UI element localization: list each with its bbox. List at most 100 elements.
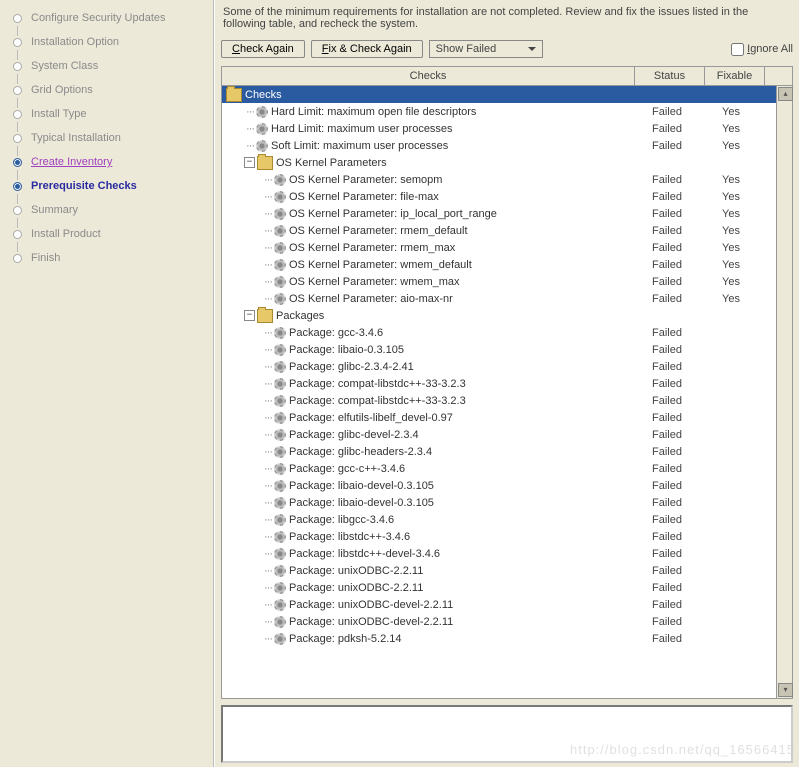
table-row[interactable]: ···Package: unixODBC-2.2.11Failed <box>222 579 776 596</box>
table-row[interactable]: ···Package: elfutils-libelf_devel-0.97Fa… <box>222 409 776 426</box>
table-row[interactable]: ···Soft Limit: maximum user processesFai… <box>222 137 776 154</box>
gear-icon <box>256 140 268 152</box>
gear-icon <box>274 327 286 339</box>
gear-icon <box>274 378 286 390</box>
gear-icon <box>274 259 286 271</box>
collapse-icon[interactable]: − <box>244 310 255 321</box>
table-row[interactable]: ···Package: unixODBC-devel-2.2.11Failed <box>222 596 776 613</box>
table-row[interactable]: ···Package: gcc-3.4.6Failed <box>222 324 776 341</box>
table-row[interactable]: −Packages <box>222 307 776 324</box>
gear-icon <box>274 548 286 560</box>
wizard-step: Configure Security Updates <box>0 6 213 30</box>
folder-icon <box>257 156 273 170</box>
wizard-step: Install Type <box>0 102 213 126</box>
table-row[interactable]: ···Package: unixODBC-2.2.11Failed <box>222 562 776 579</box>
gear-icon <box>256 106 268 118</box>
table-row[interactable]: ···Hard Limit: maximum open file descrip… <box>222 103 776 120</box>
table-row[interactable]: ···Hard Limit: maximum user processesFai… <box>222 120 776 137</box>
table-row[interactable]: ···Package: compat-libstdc++-33-3.2.3Fai… <box>222 375 776 392</box>
col-status[interactable]: Status <box>635 67 705 85</box>
scrollbar[interactable]: ▴ ▾ <box>776 86 792 698</box>
table-row[interactable]: ···Package: glibc-2.3.4-2.41Failed <box>222 358 776 375</box>
show-failed-dropdown[interactable]: Show Failed <box>429 40 543 58</box>
table-row[interactable]: ···Package: libgcc-3.4.6Failed <box>222 511 776 528</box>
gear-icon <box>274 599 286 611</box>
step-dot-icon <box>13 230 22 239</box>
gear-icon <box>274 446 286 458</box>
wizard-sidebar: Configure Security UpdatesInstallation O… <box>0 0 214 767</box>
check-again-button[interactable]: Check Again <box>221 40 305 58</box>
table-row[interactable]: ···OS Kernel Parameter: ip_local_port_ra… <box>222 205 776 222</box>
gear-icon <box>274 174 286 186</box>
scroll-down-button[interactable]: ▾ <box>778 683 793 697</box>
table-row[interactable]: ···OS Kernel Parameter: wmem_defaultFail… <box>222 256 776 273</box>
chevron-down-icon <box>528 47 536 55</box>
table-row[interactable]: ···Package: glibc-headers-2.3.4Failed <box>222 443 776 460</box>
step-dot-icon <box>13 134 22 143</box>
table-row[interactable]: ···Package: libaio-devel-0.3.105Failed <box>222 494 776 511</box>
ignore-all-checkbox[interactable]: Ignore All <box>731 43 793 56</box>
table-row[interactable]: ···OS Kernel Parameter: rmem_defaultFail… <box>222 222 776 239</box>
gear-icon <box>274 463 286 475</box>
gear-icon <box>274 565 286 577</box>
table-row[interactable]: ···OS Kernel Parameter: file-maxFailedYe… <box>222 188 776 205</box>
step-dot-icon <box>13 206 22 215</box>
toolbar: Check Again Fix & Check Again Show Faile… <box>221 38 793 66</box>
scroll-up-button[interactable]: ▴ <box>778 87 793 101</box>
wizard-step: Typical Installation <box>0 126 213 150</box>
gear-icon <box>274 497 286 509</box>
wizard-step[interactable]: Create Inventory <box>0 150 213 174</box>
table-header: Checks Status Fixable <box>222 67 792 86</box>
table-row[interactable]: ···OS Kernel Parameter: wmem_maxFailedYe… <box>222 273 776 290</box>
col-fixable[interactable]: Fixable <box>705 67 765 85</box>
col-checks[interactable]: Checks <box>222 67 635 85</box>
table-row[interactable]: ···Package: unixODBC-devel-2.2.11Failed <box>222 613 776 630</box>
step-dot-icon <box>13 158 22 167</box>
table-row[interactable]: ···Package: libaio-0.3.105Failed <box>222 341 776 358</box>
table-body[interactable]: Checks···Hard Limit: maximum open file d… <box>222 86 776 698</box>
gear-icon <box>274 616 286 628</box>
wizard-step: Installation Option <box>0 30 213 54</box>
table-row[interactable]: ···OS Kernel Parameter: aio-max-nrFailed… <box>222 290 776 307</box>
table-row[interactable]: ···Package: gcc-c++-3.4.6Failed <box>222 460 776 477</box>
table-row[interactable]: ···OS Kernel Parameter: rmem_maxFailedYe… <box>222 239 776 256</box>
table-row[interactable]: −OS Kernel Parameters <box>222 154 776 171</box>
gear-icon <box>274 412 286 424</box>
table-row[interactable]: ···Package: libstdc++-devel-3.4.6Failed <box>222 545 776 562</box>
gear-icon <box>274 225 286 237</box>
step-dot-icon <box>13 182 22 191</box>
gear-icon <box>274 480 286 492</box>
table-row[interactable]: ···Package: libaio-devel-0.3.105Failed <box>222 477 776 494</box>
wizard-step: Install Product <box>0 222 213 246</box>
wizard-step: Prerequisite Checks <box>0 174 213 198</box>
table-row[interactable]: ···Package: compat-libstdc++-33-3.2.3Fai… <box>222 392 776 409</box>
table-row[interactable]: Checks <box>222 86 776 103</box>
watermark: http://blog.csdn.net/qq_16566415 <box>570 742 795 757</box>
gear-icon <box>274 633 286 645</box>
step-dot-icon <box>13 14 22 23</box>
table-row[interactable]: ···Package: glibc-devel-2.3.4Failed <box>222 426 776 443</box>
wizard-step: System Class <box>0 54 213 78</box>
gear-icon <box>274 361 286 373</box>
wizard-step: Finish <box>0 246 213 270</box>
gear-icon <box>274 344 286 356</box>
step-dot-icon <box>13 86 22 95</box>
step-dot-icon <box>13 62 22 71</box>
gear-icon <box>274 191 286 203</box>
table-row[interactable]: ···Package: libstdc++-3.4.6Failed <box>222 528 776 545</box>
gear-icon <box>274 429 286 441</box>
wizard-step: Summary <box>0 198 213 222</box>
gear-icon <box>274 395 286 407</box>
folder-icon <box>226 88 242 102</box>
gear-icon <box>274 514 286 526</box>
fix-and-check-again-button[interactable]: Fix & Check Again <box>311 40 423 58</box>
checks-table: Checks Status Fixable Checks···Hard Limi… <box>221 66 793 699</box>
step-dot-icon <box>13 254 22 263</box>
table-row[interactable]: ···OS Kernel Parameter: semopmFailedYes <box>222 171 776 188</box>
table-row[interactable]: ···Package: pdksh-5.2.14Failed <box>222 630 776 647</box>
gear-icon <box>274 242 286 254</box>
gear-icon <box>274 293 286 305</box>
collapse-icon[interactable]: − <box>244 157 255 168</box>
step-dot-icon <box>13 110 22 119</box>
ignore-all-input[interactable] <box>731 43 744 56</box>
